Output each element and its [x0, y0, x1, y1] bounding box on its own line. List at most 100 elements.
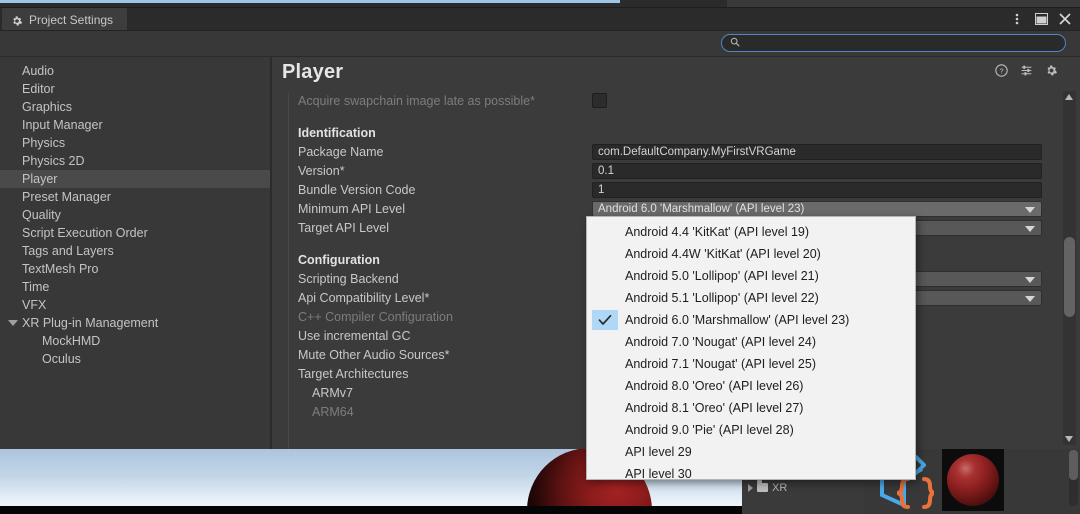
- sidebar-item-label: Player: [22, 172, 58, 186]
- field-label: Bundle Version Code: [298, 182, 416, 197]
- window-controls: [1010, 8, 1076, 30]
- sidebar-item-textmesh-pro[interactable]: TextMesh Pro: [0, 260, 271, 278]
- sidebar-item-mockhmd[interactable]: MockHMD: [0, 332, 271, 350]
- bundle-version-code-input[interactable]: 1: [592, 181, 1042, 198]
- main-panel-scrollbar[interactable]: [1063, 91, 1076, 445]
- field-label: Minimum API Level: [298, 201, 405, 216]
- menu-item-label: Android 4.4W 'KitKat' (API level 20): [625, 247, 821, 261]
- sidebar-item-physics-2d[interactable]: Physics 2D: [0, 152, 271, 170]
- field-label: Target Architectures: [298, 366, 409, 381]
- menu-item[interactable]: Android 9.0 'Pie' (API level 28): [587, 419, 915, 441]
- menu-item[interactable]: API level 30: [587, 463, 915, 485]
- maximize-icon[interactable]: [1034, 12, 1048, 26]
- field-label: ARMv7: [312, 385, 353, 400]
- close-icon[interactable]: [1058, 12, 1072, 26]
- sidebar-item-label: Oculus: [42, 352, 81, 366]
- sidebar-item-editor[interactable]: Editor: [0, 80, 271, 98]
- project-panel-scrollbar[interactable]: [1069, 450, 1078, 506]
- sidebar-item-graphics[interactable]: Graphics: [0, 98, 271, 116]
- field-label: Version*: [298, 163, 345, 178]
- sidebar-item-oculus[interactable]: Oculus: [0, 350, 271, 368]
- field-label: Scripting Backend: [298, 271, 399, 286]
- package-name-input[interactable]: com.DefaultCompany.MyFirstVRGame: [592, 143, 1042, 160]
- sidebar-item-audio[interactable]: Audio: [0, 62, 271, 80]
- field-label: ARM64: [312, 404, 354, 419]
- sidebar-item-tags-and-layers[interactable]: Tags and Layers: [0, 242, 271, 260]
- scrollbar-thumb[interactable]: [1064, 237, 1075, 317]
- settings-gear-icon[interactable]: [1045, 64, 1058, 82]
- dropdown-value: Android 6.0 'Marshmallow' (API level 23): [598, 202, 805, 215]
- menu-item[interactable]: Android 8.1 'Oreo' (API level 27): [587, 397, 915, 419]
- sphere-preview-ball: [947, 454, 999, 506]
- field-label: Api Compatibility Level*: [298, 290, 430, 305]
- menu-item[interactable]: Android 4.4 'KitKat' (API level 19): [587, 221, 915, 243]
- checkmark-icon: [592, 310, 618, 330]
- row-version[interactable]: Version* 0.1: [282, 161, 1080, 180]
- minimum-api-level-dropdown[interactable]: Android 6.0 'Marshmallow' (API level 23): [592, 200, 1042, 217]
- gear-icon: [11, 14, 23, 26]
- sidebar-item-player[interactable]: Player: [0, 170, 271, 188]
- menu-item[interactable]: Android 7.1 'Nougat' (API level 25): [587, 353, 915, 375]
- tab-label: Project Settings: [29, 13, 114, 27]
- sidebar-item-xr-plugin-management[interactable]: XR Plug-in Management: [0, 314, 271, 332]
- tab-project-settings[interactable]: Project Settings: [2, 8, 128, 30]
- search-icon: [730, 34, 740, 52]
- panel-header-icons: ?: [995, 64, 1058, 82]
- more-options-icon[interactable]: [1010, 12, 1024, 26]
- scroll-down-arrow-icon[interactable]: [1065, 436, 1073, 442]
- sidebar-item-label: Audio: [22, 64, 54, 78]
- menu-item[interactable]: Android 8.0 'Oreo' (API level 26): [587, 375, 915, 397]
- sidebar-item-label: XR Plug-in Management: [22, 316, 159, 330]
- sidebar-item-label: Graphics: [22, 100, 73, 114]
- sidebar-item-label: Physics: [22, 136, 66, 150]
- sidebar-item-label: Time: [22, 280, 50, 294]
- scroll-up-arrow-icon[interactable]: [1065, 94, 1073, 100]
- acquire-swapchain-checkbox[interactable]: [592, 93, 607, 108]
- version-input[interactable]: 0.1: [592, 162, 1042, 179]
- screen-root: (1) Sphere TutorialInfo XR: [0, 0, 1080, 514]
- row-package-name[interactable]: Package Name com.DefaultCompany.MyFirstV…: [282, 142, 1080, 161]
- project-settings-window: Project Settings Audio Editor Graphics I…: [0, 8, 1080, 449]
- field-label: Package Name: [298, 144, 384, 159]
- menu-item-selected[interactable]: Android 6.0 'Marshmallow' (API level 23): [587, 309, 915, 331]
- menu-item[interactable]: Android 5.0 'Lollipop' (API level 21): [587, 265, 915, 287]
- field-label: C++ Compiler Configuration: [298, 309, 453, 324]
- help-icon[interactable]: ?: [995, 64, 1008, 82]
- sphere-material-preview[interactable]: [942, 449, 1004, 511]
- sidebar-item-physics[interactable]: Physics: [0, 134, 271, 152]
- sidebar-item-script-execution-order[interactable]: Script Execution Order: [0, 224, 271, 242]
- window-tab-bar: Project Settings: [0, 8, 1080, 31]
- sidebar-divider: [270, 57, 271, 449]
- sidebar-item-vfx[interactable]: VFX: [0, 296, 271, 314]
- sidebar-item-time[interactable]: Time: [0, 278, 271, 296]
- sidebar-item-quality[interactable]: Quality: [0, 206, 271, 224]
- sidebar-item-label: VFX: [22, 298, 47, 312]
- scene-view-bottom-bar: [0, 506, 742, 514]
- field-label: Use incremental GC: [298, 328, 411, 343]
- row-bundle-version-code[interactable]: Bundle Version Code 1: [282, 180, 1080, 199]
- sidebar-item-input-manager[interactable]: Input Manager: [0, 116, 271, 134]
- field-label: Acquire swapchain image late as possible…: [298, 93, 535, 108]
- settings-category-sidebar[interactable]: Audio Editor Graphics Input Manager Phys…: [0, 57, 272, 449]
- menu-item-label: Android 4.4 'KitKat' (API level 19): [625, 225, 810, 239]
- menu-item[interactable]: Android 7.0 'Nougat' (API level 24): [587, 331, 915, 353]
- menu-item-label: Android 5.1 'Lollipop' (API level 22): [625, 291, 819, 305]
- preset-icon[interactable]: [1020, 64, 1033, 82]
- chevron-down-icon[interactable]: [8, 320, 18, 326]
- menu-item-label: Android 9.0 'Pie' (API level 28): [625, 423, 794, 437]
- row-acquire-swapchain[interactable]: Acquire swapchain image late as possible…: [282, 91, 1080, 110]
- section-identification: Identification: [298, 126, 376, 140]
- menu-item[interactable]: Android 4.4W 'KitKat' (API level 20): [587, 243, 915, 265]
- sidebar-item-preset-manager[interactable]: Preset Manager: [0, 188, 271, 206]
- minimum-api-level-dropdown-menu[interactable]: Android 4.4 'KitKat' (API level 19) Andr…: [586, 216, 916, 481]
- sidebar-item-label: Physics 2D: [22, 154, 85, 168]
- menu-item[interactable]: API level 29: [587, 441, 915, 463]
- menu-item[interactable]: Android 5.1 'Lollipop' (API level 22): [587, 287, 915, 309]
- sidebar-item-label: Tags and Layers: [22, 244, 114, 258]
- chevron-down-icon: [1025, 295, 1035, 302]
- search-row: [0, 31, 1080, 57]
- search-box[interactable]: [721, 34, 1066, 52]
- search-input[interactable]: [745, 36, 1049, 50]
- sidebar-item-label: TextMesh Pro: [22, 262, 99, 276]
